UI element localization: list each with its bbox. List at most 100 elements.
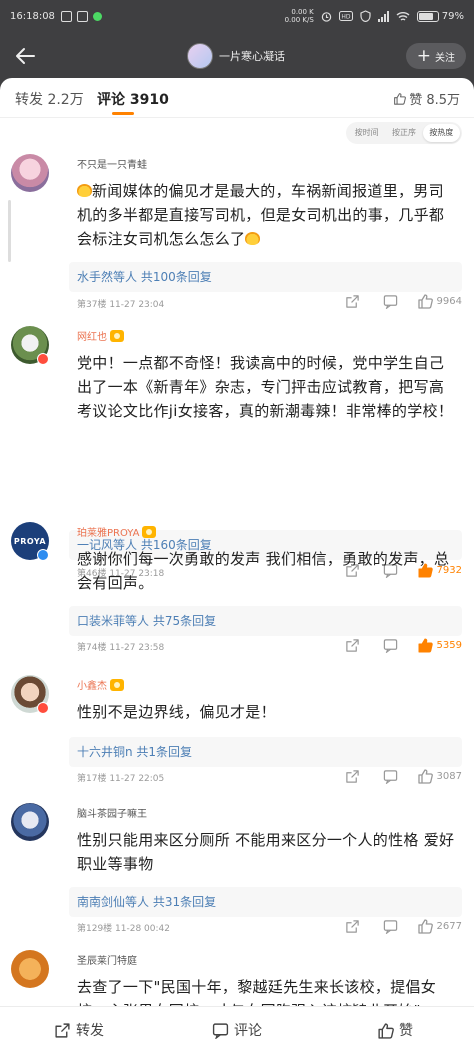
status-bar: 16:18:08 0.00 K 0.00 K/S HD 79% bbox=[0, 0, 474, 32]
share-icon[interactable] bbox=[345, 769, 360, 784]
sort-by-time[interactable]: 按时间 bbox=[348, 124, 385, 142]
thumbs-up-icon bbox=[417, 294, 433, 309]
like-button[interactable]: 3087 bbox=[417, 768, 462, 784]
verified-badge-icon bbox=[37, 702, 49, 714]
tab-comments[interactable]: 评论 3910 bbox=[97, 89, 169, 109]
thumbs-up-icon bbox=[394, 93, 407, 105]
follow-button[interactable]: + 关注 bbox=[405, 43, 466, 69]
verified-badge-icon bbox=[37, 549, 49, 561]
top-nav: 一片寒心凝话 + 关注 bbox=[0, 32, 474, 80]
net-speed-up: 0.00 K bbox=[291, 8, 314, 16]
vip-crown-icon bbox=[110, 678, 124, 691]
thumbs-up-icon bbox=[378, 1022, 394, 1039]
like-button[interactable]: 9964 bbox=[417, 293, 462, 309]
svg-text:HD: HD bbox=[341, 14, 351, 21]
reply-icon[interactable] bbox=[383, 769, 398, 784]
commenter-name[interactable]: 小鑫杰 bbox=[77, 677, 124, 692]
alarm-icon bbox=[321, 11, 331, 22]
doge-emoji-icon bbox=[245, 232, 261, 245]
like-label: 赞 bbox=[399, 1023, 413, 1039]
signal-icon bbox=[377, 10, 389, 22]
battery-icon bbox=[416, 10, 439, 22]
comment-text: 新闻媒体的偏见才是最大的，车祸新闻报道里，男司机的多半都是直接写司机，但是女司机… bbox=[77, 179, 457, 251]
commenter-avatar[interactable] bbox=[11, 154, 49, 192]
comment-item: 网红也 党中！一点都不奇怪！我读高中的时候，党中学生自己出了一本《新青年》杂志，… bbox=[0, 326, 474, 579]
commenter-name-text: 小鑫杰 bbox=[77, 681, 107, 692]
comment-text: 党中！一点都不奇怪！我读高中的时候，党中学生自己出了一本《新青年》杂志，专门抨击… bbox=[77, 354, 454, 420]
comment-meta: 第74楼 11-27 23:58 bbox=[77, 643, 165, 653]
sort-switch: 按时间 按正序 按热度 bbox=[346, 122, 462, 144]
comment-meta: 第17楼 11-27 22:05 bbox=[77, 774, 165, 784]
comment-meta: 第129楼 11-28 00:42 bbox=[77, 924, 170, 934]
comment-button[interactable]: 评论 bbox=[158, 1020, 316, 1040]
like-count: 3087 bbox=[436, 770, 462, 782]
commenter-name-text: 圣辰莱门特庭 bbox=[77, 956, 137, 967]
commenter-name[interactable]: 网红也 bbox=[77, 328, 124, 343]
commenter-name-text: 脑斗茶园子嘛王 bbox=[77, 809, 147, 820]
comment-meta: 第37楼 11-27 23:04 bbox=[77, 300, 165, 310]
hd-icon: HD bbox=[338, 11, 353, 21]
share-icon[interactable] bbox=[345, 294, 360, 309]
commenter-avatar[interactable] bbox=[11, 803, 49, 841]
comment-icon bbox=[212, 1022, 229, 1039]
commenter-name-text: 珀莱雅PROYA bbox=[77, 528, 140, 539]
like-count: 5359 bbox=[436, 639, 462, 651]
commenter-name[interactable]: 脑斗茶园子嘛王 bbox=[77, 805, 147, 820]
comment-text: 性别不是边界线，偏见才是！ bbox=[77, 703, 276, 721]
repost-label: 转发 bbox=[76, 1023, 104, 1039]
commenter-name-text: 不只是一只青蛙 bbox=[77, 160, 147, 171]
back-arrow-icon[interactable] bbox=[14, 45, 36, 67]
like-button[interactable]: 2677 bbox=[417, 918, 462, 934]
tab-bar: 转发 2.2万 评论 3910 赞 8.5万 bbox=[0, 78, 474, 118]
commenter-avatar[interactable] bbox=[11, 950, 49, 988]
wechat-notification-icon bbox=[92, 11, 102, 21]
thumbs-up-filled-icon bbox=[418, 638, 433, 653]
commenter-name[interactable]: 不只是一只青蛙 bbox=[77, 156, 147, 171]
author-name: 一片寒心凝话 bbox=[219, 50, 285, 63]
repost-button[interactable]: 转发 bbox=[0, 1020, 158, 1040]
battery-percent: 79% bbox=[441, 10, 464, 22]
replies-link[interactable]: 水手然等人 共100条回复 bbox=[69, 262, 462, 292]
replies-link[interactable]: 口装米菲等人 共75条回复 bbox=[69, 606, 462, 636]
reply-icon[interactable] bbox=[383, 638, 398, 653]
tab-likes-label: 赞 8.5万 bbox=[409, 93, 460, 108]
bottom-action-bar: 转发 评论 赞 bbox=[0, 1006, 474, 1053]
commenter-name[interactable]: 圣辰莱门特庭 bbox=[77, 952, 137, 967]
sort-by-hot[interactable]: 按热度 bbox=[422, 124, 460, 142]
verified-badge-icon bbox=[37, 353, 49, 365]
doge-emoji-icon bbox=[77, 184, 92, 197]
comment-label: 评论 bbox=[234, 1023, 262, 1039]
share-icon[interactable] bbox=[345, 919, 360, 934]
thumbs-up-icon bbox=[417, 919, 433, 934]
commenter-name-text: 网红也 bbox=[77, 332, 107, 343]
like-post-button[interactable]: 赞 bbox=[316, 1020, 474, 1040]
net-speed: 0.00 K 0.00 K/S bbox=[285, 8, 314, 24]
replies-link[interactable]: 十六井铜n 共1条回复 bbox=[69, 737, 462, 767]
tab-likes[interactable]: 赞 8.5万 bbox=[393, 89, 460, 108]
brand-avatar-text: PROYA bbox=[13, 536, 47, 546]
vip-crown-icon bbox=[110, 329, 124, 342]
net-speed-down: 0.00 K/S bbox=[284, 16, 314, 24]
battery-indicator: 79% bbox=[416, 10, 464, 22]
commenter-name[interactable]: 珀莱雅PROYA bbox=[77, 524, 157, 539]
tab-repost[interactable]: 转发 2.2万 bbox=[15, 89, 84, 109]
vip-crown-icon bbox=[142, 525, 157, 538]
comment-text: 感谢你们每一次勇敢的发声 我们相信，勇敢的发声，总会有回声。 bbox=[77, 550, 450, 592]
replies-link[interactable]: 南南剑仙等人 共31条回复 bbox=[69, 887, 462, 917]
reply-icon[interactable] bbox=[383, 919, 398, 934]
like-button[interactable]: 5359 bbox=[417, 637, 462, 653]
vpn-icon bbox=[360, 10, 371, 22]
share-icon[interactable] bbox=[345, 638, 360, 653]
sort-by-order[interactable]: 按正序 bbox=[385, 124, 422, 142]
comment-item: 小鑫杰 性别不是边界线，偏见才是！ 十六井铜n 共1条回复 第17楼 11-27… bbox=[0, 675, 474, 785]
reply-icon[interactable] bbox=[383, 294, 398, 309]
author-avatar[interactable] bbox=[187, 43, 213, 69]
like-count: 9964 bbox=[436, 295, 462, 307]
like-count: 2677 bbox=[436, 920, 462, 932]
app-notification-icon bbox=[60, 10, 72, 22]
comment-item: 脑斗茶园子嘛王 性别只能用来区分厕所 不能用来区分一个人的性格 爱好 职业等事物… bbox=[0, 803, 474, 938]
comments-sheet: 转发 2.2万 评论 3910 赞 8.5万 按时间 按正序 按热度 不只是一只… bbox=[0, 78, 474, 1053]
active-tab-indicator bbox=[112, 112, 134, 115]
thumbs-up-icon bbox=[417, 769, 433, 784]
post-author[interactable]: 一片寒心凝话 bbox=[187, 43, 285, 69]
